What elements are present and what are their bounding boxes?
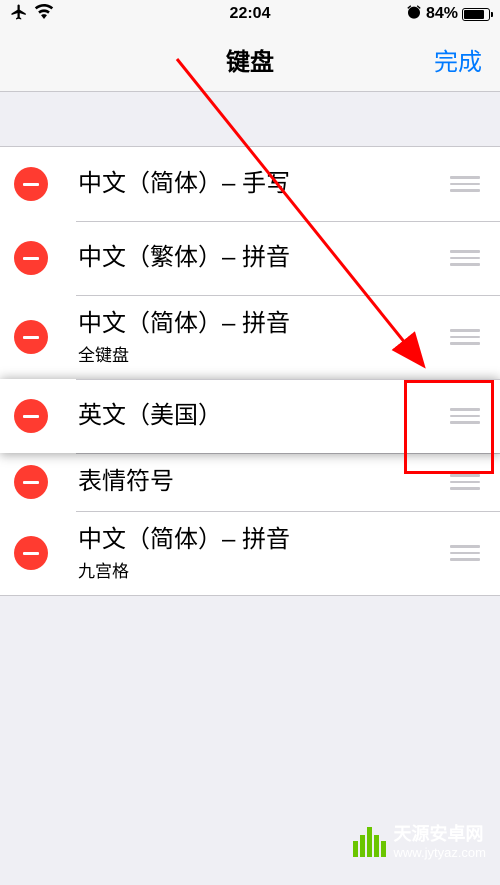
delete-button[interactable]: [14, 399, 48, 433]
keyboard-title: 中文（简体）– 手写: [78, 168, 432, 199]
watermark-url: www.jytyaz.com: [394, 845, 486, 861]
battery-percent: 84%: [426, 5, 458, 23]
delete-button[interactable]: [14, 167, 48, 201]
keyboard-title: 中文（简体）– 拼音: [78, 308, 432, 339]
drag-handle-icon[interactable]: [432, 315, 486, 359]
watermark-text: 天源安卓网 www.jytyaz.com: [394, 824, 486, 861]
row-text: 英文（美国）: [78, 400, 432, 431]
drag-handle-icon[interactable]: [432, 162, 486, 206]
drag-handle-icon[interactable]: [432, 460, 486, 504]
keyboard-row-dragging[interactable]: 英文（美国）: [0, 379, 500, 453]
delete-button[interactable]: [14, 465, 48, 499]
battery-icon: [462, 8, 490, 21]
row-text: 中文（简体）– 手写: [78, 168, 432, 199]
keyboard-title: 表情符号: [78, 466, 432, 497]
alarm-icon: [406, 4, 422, 25]
delete-button[interactable]: [14, 241, 48, 275]
delete-button[interactable]: [14, 320, 48, 354]
delete-button[interactable]: [14, 536, 48, 570]
watermark-logo-icon: [353, 827, 386, 857]
drag-handle-icon[interactable]: [432, 531, 486, 575]
status-bar: 22:04 84%: [0, 0, 500, 28]
watermark: 天源安卓网 www.jytyaz.com: [353, 824, 486, 861]
keyboard-row: 中文（简体）– 拼音 全键盘: [0, 295, 500, 379]
status-right: 84%: [406, 4, 490, 25]
keyboard-row: 中文（简体）– 拼音 九宫格: [0, 511, 500, 595]
keyboard-row: 中文（简体）– 手写: [0, 147, 500, 221]
airplane-icon: [10, 3, 28, 26]
row-text: 表情符号: [78, 466, 432, 497]
page-title: 键盘: [226, 42, 274, 77]
keyboard-row: 表情符号: [0, 453, 500, 511]
keyboard-row: 中文（繁体）– 拼音: [0, 221, 500, 295]
keyboard-subtitle: 全键盘: [78, 341, 432, 366]
nav-bar: 键盘 完成: [0, 28, 500, 92]
status-time: 22:04: [230, 5, 271, 23]
watermark-name: 天源安卓网: [394, 824, 486, 846]
row-text: 中文（简体）– 拼音 全键盘: [78, 308, 432, 366]
keyboard-subtitle: 九宫格: [78, 557, 432, 582]
keyboard-list: 中文（简体）– 手写 中文（繁体）– 拼音 中文（简体）– 拼音 全键盘 英文（…: [0, 146, 500, 596]
done-button[interactable]: 完成: [434, 42, 482, 77]
row-text: 中文（繁体）– 拼音: [78, 242, 432, 273]
keyboard-title: 中文（繁体）– 拼音: [78, 242, 432, 273]
status-left: [10, 3, 54, 26]
keyboard-title: 英文（美国）: [78, 400, 432, 431]
drag-handle-icon[interactable]: [432, 236, 486, 280]
drag-handle-icon[interactable]: [432, 394, 486, 438]
wifi-icon: [34, 4, 54, 24]
keyboard-title: 中文（简体）– 拼音: [78, 524, 432, 555]
row-text: 中文（简体）– 拼音 九宫格: [78, 524, 432, 582]
